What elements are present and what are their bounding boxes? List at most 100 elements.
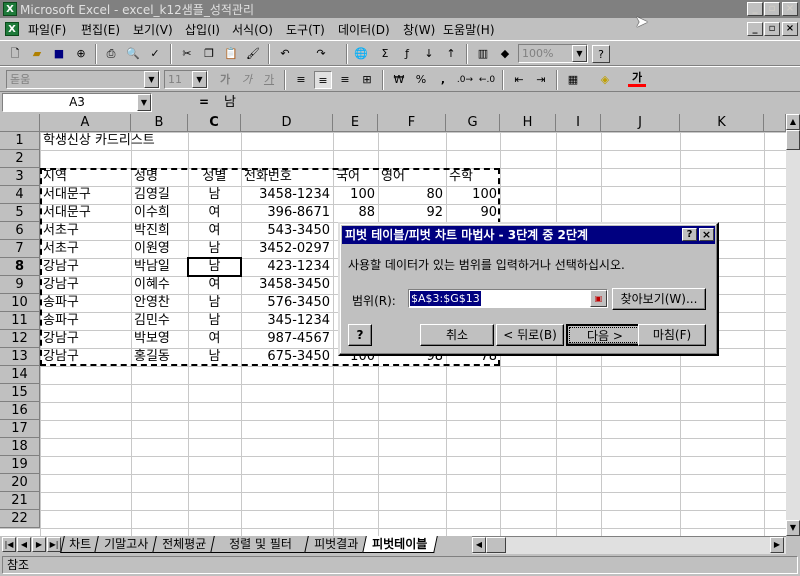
data-cell[interactable]: 김민수 xyxy=(131,312,188,330)
data-cell[interactable]: 여 xyxy=(188,204,241,222)
data-cell[interactable]: 강남구 xyxy=(40,348,131,366)
column-header[interactable]: C xyxy=(188,114,241,132)
data-cell[interactable]: 강남구 xyxy=(40,330,131,348)
data-cell[interactable]: 안영찬 xyxy=(131,294,188,312)
next-button[interactable]: 다음 > xyxy=(566,324,644,346)
increase-decimal-icon[interactable]: .0→ xyxy=(456,71,474,89)
formula-input[interactable]: 남 xyxy=(218,93,798,112)
row-header[interactable]: 3 xyxy=(0,168,40,186)
italic-icon[interactable]: 가 xyxy=(238,71,256,89)
sheet-tab[interactable]: 정렬 및 필터 xyxy=(210,536,310,553)
data-cell[interactable]: 서초구 xyxy=(40,222,131,240)
scroll-left-icon[interactable]: ◀ xyxy=(472,537,486,553)
chevron-down-icon[interactable]: ▼ xyxy=(144,71,159,88)
data-cell[interactable]: 남 xyxy=(188,294,241,312)
next-sheet-icon[interactable]: ▶ xyxy=(32,537,46,552)
row-header[interactable]: 17 xyxy=(0,420,40,438)
row-header[interactable]: 8 xyxy=(0,258,40,276)
data-cell[interactable]: 서대문구 xyxy=(40,204,131,222)
comma-icon[interactable]: , xyxy=(434,71,452,89)
row-header[interactable]: 10 xyxy=(0,294,40,312)
data-cell[interactable]: 92 xyxy=(378,204,446,222)
data-cell[interactable]: 396-8671 xyxy=(241,204,333,222)
data-cell[interactable]: 남 xyxy=(188,312,241,330)
data-cell[interactable]: 이원영 xyxy=(131,240,188,258)
column-header[interactable]: J xyxy=(601,114,680,132)
column-header[interactable]: G xyxy=(446,114,500,132)
chart-wizard-icon[interactable]: ▥ xyxy=(474,45,492,63)
header-cell[interactable]: 성별 xyxy=(188,168,241,186)
data-cell[interactable]: 987-4567 xyxy=(241,330,333,348)
data-cell[interactable]: 여 xyxy=(188,222,241,240)
data-cell[interactable]: 박남일 xyxy=(131,258,188,276)
redo-icon[interactable]: ↷ xyxy=(312,45,330,63)
data-cell[interactable]: 543-3450 xyxy=(241,222,333,240)
data-cell[interactable]: 576-3450 xyxy=(241,294,333,312)
menu-window[interactable]: 창(W) xyxy=(403,21,435,38)
sort-ascending-icon[interactable]: ↓ xyxy=(420,45,438,63)
font-size-select[interactable]: 11 ▼ xyxy=(164,70,208,89)
column-header[interactable]: D xyxy=(241,114,333,132)
scroll-down-icon[interactable]: ▼ xyxy=(786,520,800,536)
font-color-icon[interactable]: 가 xyxy=(628,71,646,87)
data-cell[interactable]: 90 xyxy=(446,204,500,222)
bold-icon[interactable]: 가 xyxy=(216,71,234,89)
merge-center-icon[interactable]: ⊞ xyxy=(358,71,376,89)
menu-data[interactable]: 데이터(D) xyxy=(338,21,390,38)
row-header[interactable]: 15 xyxy=(0,384,40,402)
minimize-button[interactable]: _ xyxy=(747,2,763,16)
menu-edit[interactable]: 편집(E) xyxy=(81,21,120,38)
header-cell[interactable]: 성명 xyxy=(131,168,188,186)
dialog-title-bar[interactable]: 피벗 테이블/피벗 차트 마법사 - 3단계 중 2단계 ? × xyxy=(342,226,715,244)
row-header[interactable]: 19 xyxy=(0,456,40,474)
data-cell[interactable]: 남 xyxy=(188,258,241,276)
column-header[interactable]: H xyxy=(500,114,556,132)
column-header[interactable]: K xyxy=(680,114,764,132)
data-cell[interactable]: 박진희 xyxy=(131,222,188,240)
row-header[interactable]: 9 xyxy=(0,276,40,294)
data-cell[interactable]: 강남구 xyxy=(40,276,131,294)
cancel-button[interactable]: 취소 xyxy=(420,324,494,346)
column-header[interactable]: A xyxy=(40,114,131,132)
menu-help[interactable]: 도움말(H) xyxy=(443,21,495,38)
horizontal-scrollbar[interactable]: ◀ ▶ xyxy=(472,536,786,554)
data-cell[interactable]: 100 xyxy=(446,186,500,204)
data-cell[interactable]: 서초구 xyxy=(40,240,131,258)
data-cell[interactable]: 이수희 xyxy=(131,204,188,222)
menu-file[interactable]: 파일(F) xyxy=(28,21,66,38)
decrease-indent-icon[interactable]: ⇤ xyxy=(510,71,528,89)
browse-button[interactable]: 찾아보기(W)... xyxy=(612,288,706,310)
zoom-select[interactable]: 100% ▼ xyxy=(518,44,588,63)
format-painter-icon[interactable]: 🖌 xyxy=(244,45,262,63)
select-all-corner[interactable] xyxy=(0,114,40,132)
cut-icon[interactable]: ✂ xyxy=(178,45,196,63)
row-header[interactable]: 11 xyxy=(0,312,40,330)
data-cell[interactable]: 강남구 xyxy=(40,258,131,276)
row-header[interactable]: 21 xyxy=(0,492,40,510)
decrease-decimal-icon[interactable]: ←.0 xyxy=(478,71,496,89)
range-input[interactable]: $A$3:$G$13 ▣ xyxy=(408,289,608,308)
row-header[interactable]: 22 xyxy=(0,510,40,528)
align-left-icon[interactable]: ≡ xyxy=(292,71,310,89)
increase-indent-icon[interactable]: ⇥ xyxy=(532,71,550,89)
hscroll-thumb[interactable] xyxy=(486,537,506,553)
undo-icon[interactable]: ↶ xyxy=(276,45,294,63)
data-cell[interactable]: 홍길동 xyxy=(131,348,188,366)
data-cell[interactable]: 423-1234 xyxy=(241,258,333,276)
back-button[interactable]: < 뒤로(B) xyxy=(496,324,564,346)
row-header[interactable]: 7 xyxy=(0,240,40,258)
paste-icon[interactable]: 📋 xyxy=(222,45,240,63)
new-icon[interactable]: 🗋 xyxy=(6,45,24,63)
align-right-icon[interactable]: ≡ xyxy=(336,71,354,89)
copy-icon[interactable]: ❐ xyxy=(200,45,218,63)
sheet-title-cell[interactable]: 학생신상 카드리스트 xyxy=(40,132,158,150)
menu-tools[interactable]: 도구(T) xyxy=(286,21,325,38)
scroll-thumb[interactable] xyxy=(786,130,800,150)
maximize-button[interactable]: ▫ xyxy=(764,2,780,16)
close-button[interactable]: × xyxy=(782,2,798,16)
data-cell[interactable]: 675-3450 xyxy=(241,348,333,366)
doc-restore-button[interactable]: ▫ xyxy=(764,22,780,36)
save-icon[interactable]: ■ xyxy=(50,45,68,63)
scroll-up-icon[interactable]: ▲ xyxy=(786,114,800,130)
sort-descending-icon[interactable]: ↑ xyxy=(442,45,460,63)
